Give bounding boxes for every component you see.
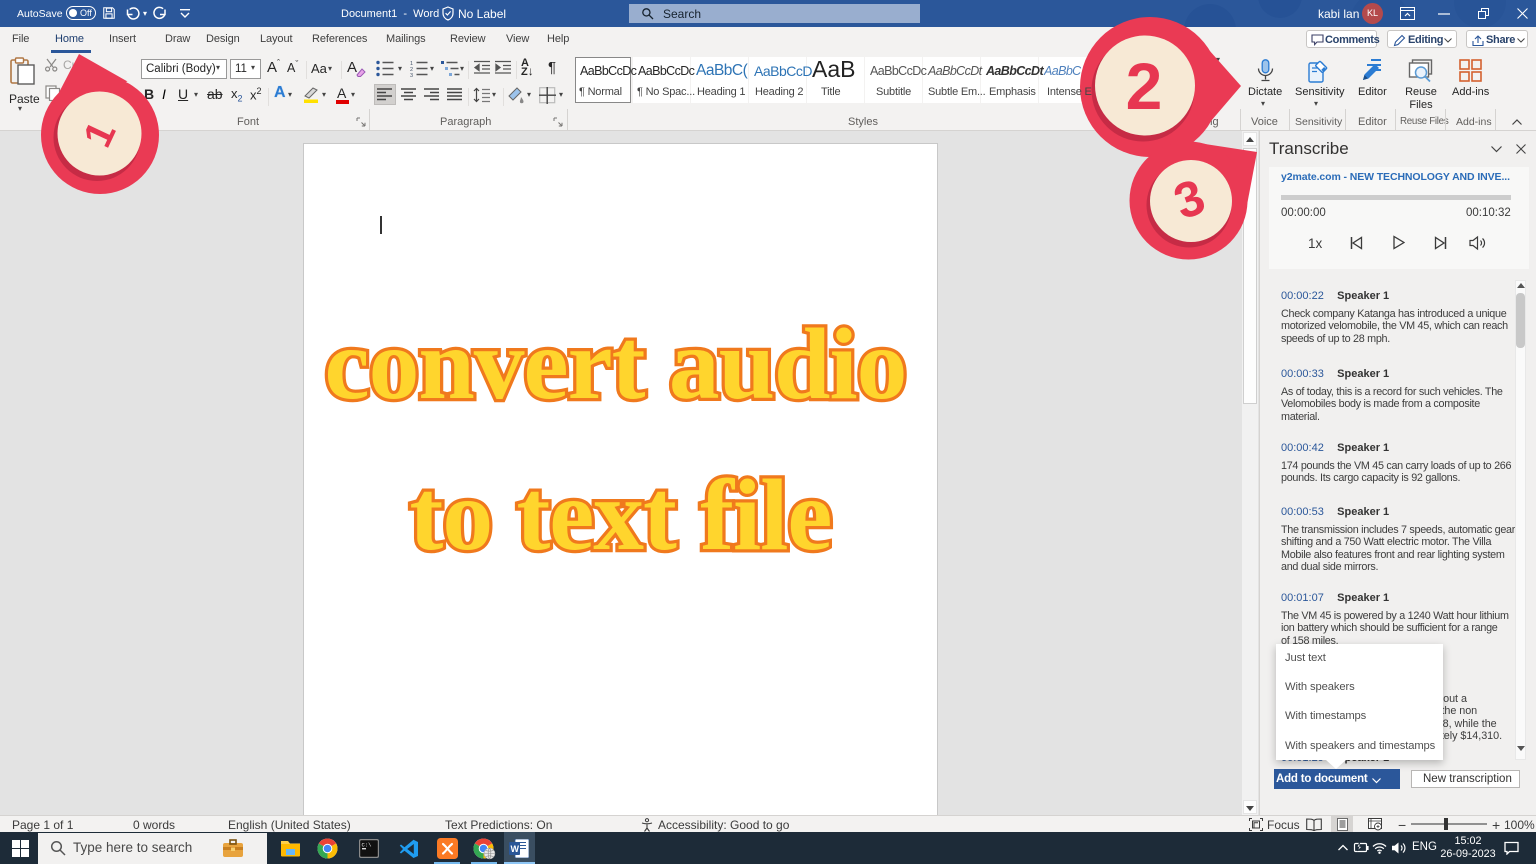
svg-text:C:\: C:\ xyxy=(362,842,372,849)
svg-text:3: 3 xyxy=(410,73,413,77)
svg-text:W: W xyxy=(511,844,520,854)
